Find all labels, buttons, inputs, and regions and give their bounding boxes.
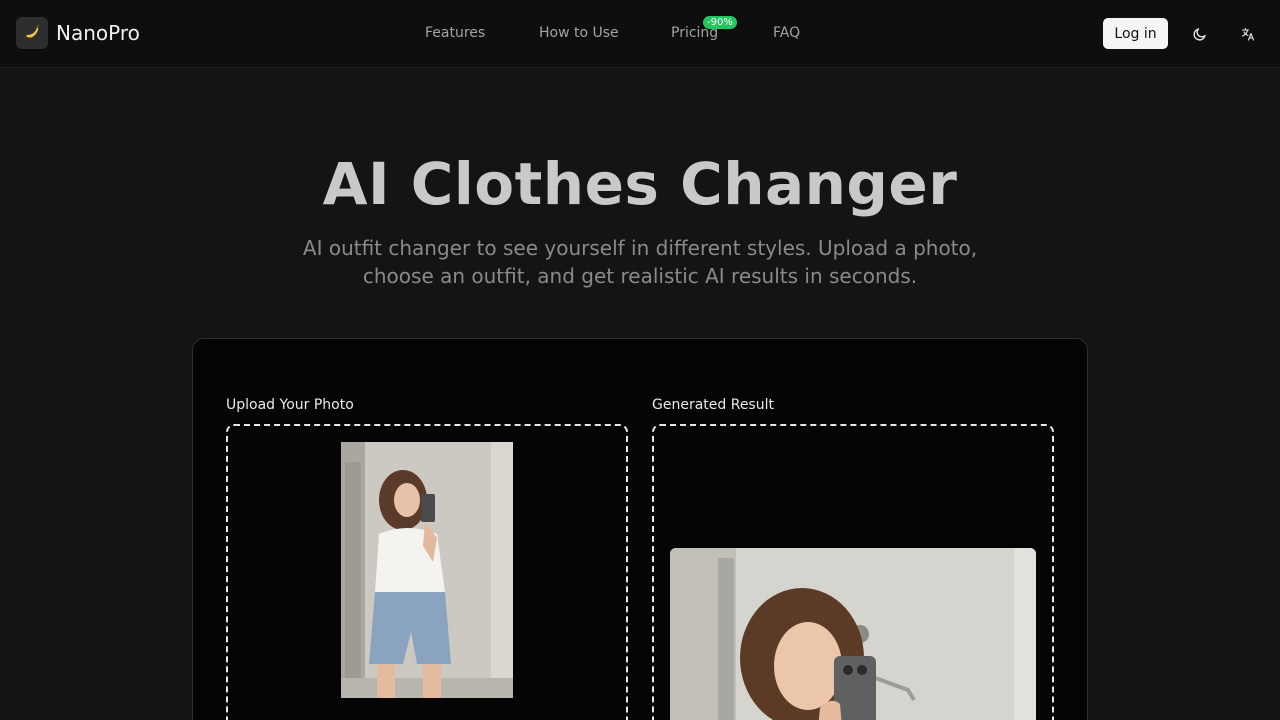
top-navbar: NanoPro Features How to Use Pricing -90%… <box>0 0 1280 68</box>
upload-label: Upload Your Photo <box>226 397 354 413</box>
nav-features[interactable]: Features <box>425 24 485 42</box>
page-subtitle: AI outfit changer to see yourself in dif… <box>302 236 978 288</box>
language-button[interactable] <box>1232 18 1264 50</box>
banana-icon <box>26 25 39 38</box>
page-title: AI Clothes Changer <box>322 150 958 218</box>
generated-result-photo <box>670 548 1036 720</box>
moon-icon <box>1193 28 1206 41</box>
result-label: Generated Result <box>652 397 774 413</box>
logo[interactable] <box>16 17 48 49</box>
uploaded-photo <box>341 442 513 698</box>
translate-icon <box>1241 27 1255 41</box>
login-button[interactable]: Log in <box>1103 18 1168 49</box>
pricing-discount-badge: -90% <box>703 16 737 29</box>
nav-faq[interactable]: FAQ <box>773 24 800 42</box>
brand-name[interactable]: NanoPro <box>56 20 140 46</box>
theme-toggle-button[interactable] <box>1184 18 1216 50</box>
nav-how-to-use[interactable]: How to Use <box>539 24 619 42</box>
